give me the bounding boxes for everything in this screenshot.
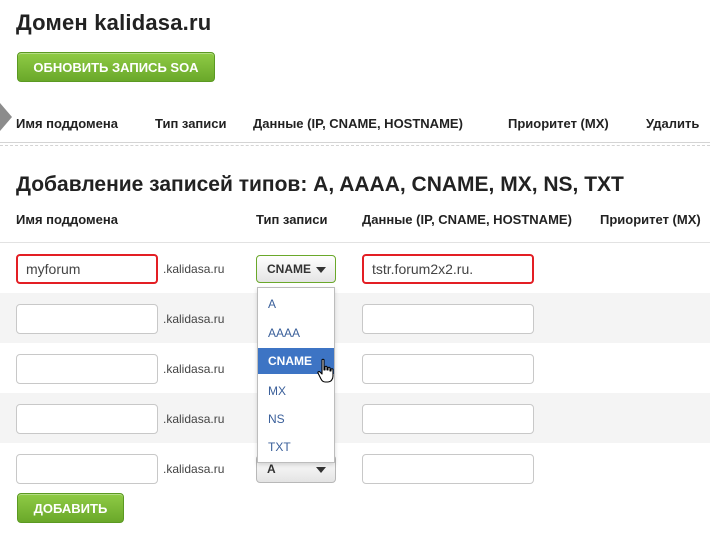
header-priority: Приоритет (MX) bbox=[508, 116, 609, 131]
record-type-value: A bbox=[267, 462, 276, 476]
record-row: .kalidasa.ru A bbox=[0, 443, 710, 493]
header-record-type: Тип записи bbox=[155, 116, 227, 131]
caret-down-icon bbox=[316, 467, 326, 473]
data-input[interactable] bbox=[362, 404, 534, 434]
triangle-right-icon bbox=[0, 103, 12, 131]
subdomain-input[interactable] bbox=[16, 404, 158, 434]
add-records-title: Добавление записей типов: A, AAAA, CNAME… bbox=[16, 173, 624, 196]
data-input[interactable] bbox=[362, 304, 534, 334]
dropdown-option-aaaa[interactable]: AAAA bbox=[258, 320, 334, 346]
data-input[interactable] bbox=[362, 454, 534, 484]
record-row: .kalidasa.ru CNAME bbox=[0, 243, 710, 293]
subdomain-input[interactable] bbox=[16, 454, 158, 484]
domain-suffix: .kalidasa.ru bbox=[163, 262, 225, 276]
header-subdomain: Имя поддомена bbox=[16, 116, 118, 131]
col-header-subdomain: Имя поддомена bbox=[16, 212, 118, 227]
dropdown-option-a[interactable]: A bbox=[258, 291, 334, 317]
record-type-select[interactable]: CNAME bbox=[256, 255, 336, 283]
record-row: .kalidasa.ru bbox=[0, 393, 710, 443]
section-divider bbox=[0, 145, 710, 146]
dropdown-option-ns[interactable]: NS bbox=[258, 406, 334, 432]
existing-records-header: Имя поддомена Тип записи Данные (IP, CNA… bbox=[0, 103, 710, 143]
col-header-record-type: Тип записи bbox=[256, 212, 328, 227]
record-row: .kalidasa.ru bbox=[0, 293, 710, 343]
record-row: .kalidasa.ru bbox=[0, 343, 710, 393]
subdomain-input[interactable] bbox=[16, 354, 158, 384]
record-type-value: CNAME bbox=[267, 262, 311, 276]
domain-suffix: .kalidasa.ru bbox=[163, 312, 225, 326]
subdomain-input[interactable] bbox=[16, 254, 158, 284]
domain-suffix: .kalidasa.ru bbox=[163, 412, 225, 426]
domain-suffix: .kalidasa.ru bbox=[163, 362, 225, 376]
dropdown-option-txt[interactable]: TXT bbox=[258, 434, 334, 460]
subdomain-input[interactable] bbox=[16, 304, 158, 334]
header-delete: Удалить bbox=[646, 116, 700, 131]
caret-down-icon bbox=[316, 267, 326, 273]
hand-pointer-icon bbox=[317, 358, 334, 383]
col-header-priority: Приоритет (MX) bbox=[600, 212, 701, 227]
domain-suffix: .kalidasa.ru bbox=[163, 462, 225, 476]
page-title: Домен kalidasa.ru bbox=[16, 10, 212, 35]
update-soa-button[interactable]: Обновить запись SOA bbox=[17, 52, 215, 82]
header-data: Данные (IP, CNAME, HOSTNAME) bbox=[253, 116, 463, 131]
data-input[interactable] bbox=[362, 354, 534, 384]
data-input[interactable] bbox=[362, 254, 534, 284]
col-header-data: Данные (IP, CNAME, HOSTNAME) bbox=[362, 212, 572, 227]
add-button[interactable]: Добавить bbox=[17, 493, 124, 523]
